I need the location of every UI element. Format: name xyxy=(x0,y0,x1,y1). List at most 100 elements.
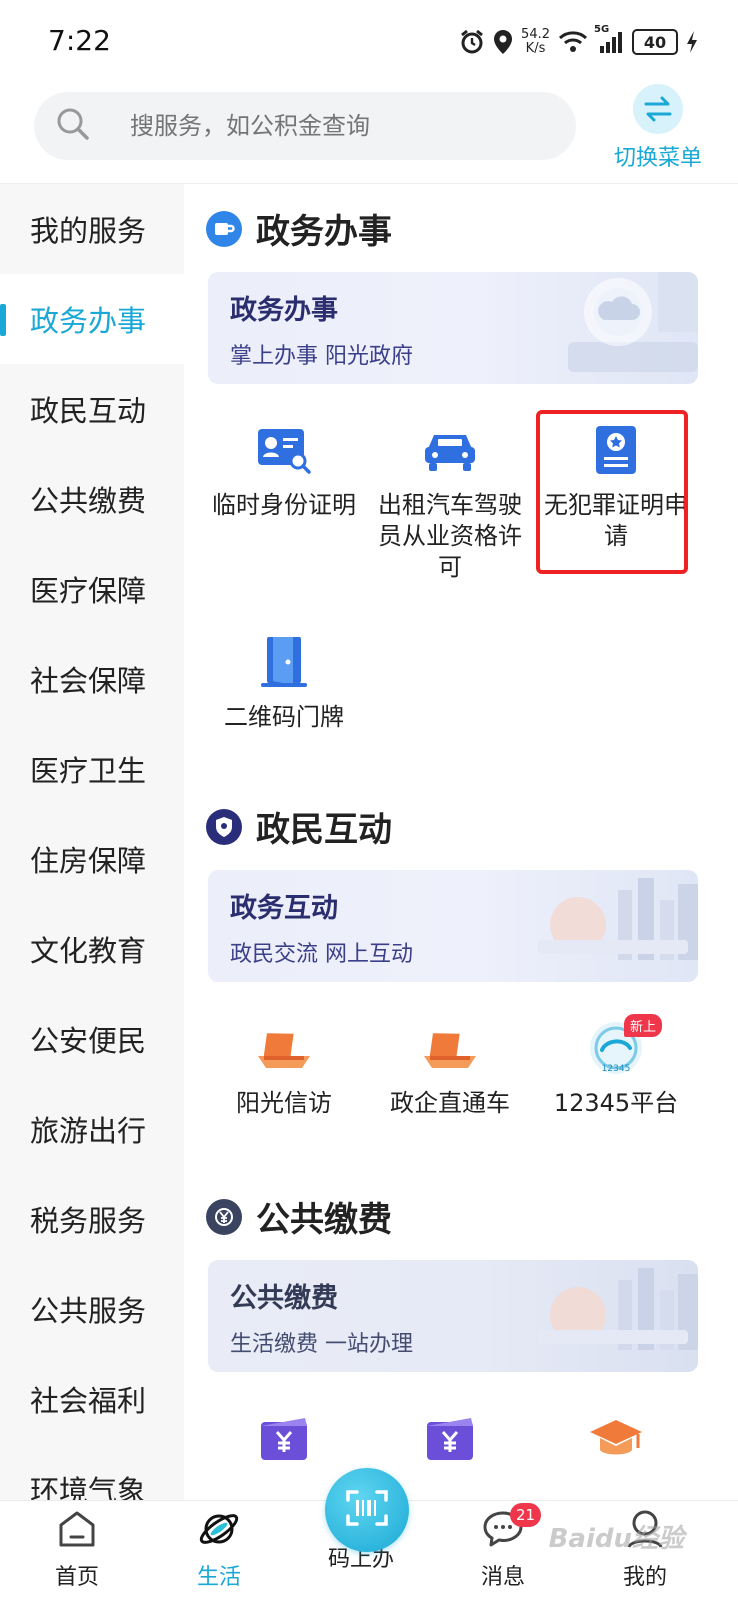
alarm-icon xyxy=(459,29,485,55)
sidebar-item-my-services[interactable]: 我的服务 xyxy=(0,184,184,274)
signal-label: 5G xyxy=(594,24,610,35)
search-header: 切换菜单 xyxy=(0,84,738,184)
watermark: Baidu经验 xyxy=(548,1524,684,1554)
sidebar-item-health[interactable]: 医疗卫生 xyxy=(0,724,184,814)
banner-interact[interactable]: 政务互动 政民交流 网上互动 xyxy=(208,870,698,982)
service-label: 12345平台 xyxy=(553,1089,679,1117)
service-label: 二维码门牌 xyxy=(224,703,344,731)
section-title-gov: 政务办事 xyxy=(206,204,392,253)
highlight-frame xyxy=(536,410,688,574)
yuan-coin-icon xyxy=(206,1198,242,1235)
charging-icon xyxy=(686,30,698,54)
service-label: 政企直通车 xyxy=(390,1089,510,1117)
sidebar-item-label: 政民互动 xyxy=(30,394,147,428)
sidebar-item-label: 环境气象 xyxy=(30,1474,147,1500)
message-count-badge: 21 xyxy=(510,1503,542,1527)
nav-home[interactable]: 首页 xyxy=(22,1509,132,1591)
sidebar-item-housing[interactable]: 住房保障 xyxy=(0,814,184,904)
sidebar-item-label: 旅游出行 xyxy=(30,1114,147,1148)
nav-messages[interactable]: 21 消息 xyxy=(448,1503,558,1591)
planet-icon xyxy=(197,1509,241,1553)
service-taxi-driver-license[interactable]: 出租汽车驾驶员从业资格许可 xyxy=(370,422,530,583)
nav-label: 首页 xyxy=(54,1565,99,1590)
search-icon xyxy=(56,107,90,145)
switch-menu-button[interactable]: 切换菜单 xyxy=(608,84,708,172)
service-temporary-id-proof[interactable]: 临时身份证明 xyxy=(204,422,364,521)
nav-label: 消息 xyxy=(480,1565,525,1590)
service-enterprise-express[interactable]: 政企直通车 xyxy=(370,1020,530,1119)
sidebar-item-medical-insurance[interactable]: 医疗保障 xyxy=(0,544,184,634)
service-label: 出租汽车驾驶员从业资格许可 xyxy=(378,491,522,581)
banner-payment[interactable]: 公共缴费 生活缴费 一站办理 xyxy=(208,1260,698,1372)
new-badge: 新上 xyxy=(623,1014,662,1037)
hotline-logo-text: 12345 xyxy=(601,1064,631,1074)
sidebar-item-label: 我的服务 xyxy=(30,214,147,248)
city-hand-illustration xyxy=(538,1268,698,1350)
service-sunshine-petition[interactable]: 阳光信访 xyxy=(204,1020,364,1119)
banner-subtitle: 政民交流 网上互动 xyxy=(230,942,413,967)
sidebar-item-social-welfare[interactable]: 社会福利 xyxy=(0,1354,184,1444)
sidebar-item-public-interaction[interactable]: 政民互动 xyxy=(0,364,184,454)
service-content: 政务办事 政务办事 掌上办事 阳光政府 临时身份证明 出租汽车驾驶员从业资格许可… xyxy=(184,184,738,1500)
battery-level: 40 xyxy=(643,32,667,52)
sidebar-item-label: 医疗卫生 xyxy=(30,754,147,788)
wifi-icon xyxy=(558,30,588,54)
sidebar-item-public-payment[interactable]: 公共缴费 xyxy=(0,454,184,544)
sidebar-item-social-security[interactable]: 社会保障 xyxy=(0,634,184,724)
sidebar-item-tax[interactable]: 税务服务 xyxy=(0,1174,184,1264)
sidebar-item-label: 公共服务 xyxy=(30,1294,147,1328)
search-bar[interactable] xyxy=(34,92,576,160)
category-sidebar: 我的服务 政务办事 政民互动 公共缴费 医疗保障 社会保障 医疗卫生 住房保障 … xyxy=(0,184,184,1500)
net-speed-unit: K/s xyxy=(525,41,546,56)
banner-subtitle: 生活缴费 一站办理 xyxy=(230,1332,413,1357)
sidebar-item-label: 文化教育 xyxy=(30,934,147,968)
banner-subtitle: 掌上办事 阳光政府 xyxy=(230,344,413,369)
search-input[interactable] xyxy=(130,112,530,140)
service-label: 阳光信访 xyxy=(236,1089,332,1117)
sidebar-item-environment-weather[interactable]: 环境气象 xyxy=(0,1444,184,1500)
service-label: 临时身份证明 xyxy=(212,491,356,519)
door-icon xyxy=(256,634,312,690)
switch-menu-label: 切换菜单 xyxy=(613,146,702,171)
section-title-text: 政务办事 xyxy=(256,212,392,252)
sidebar-item-label: 政务办事 xyxy=(30,304,147,338)
sidebar-item-public-security[interactable]: 公安便民 xyxy=(0,994,184,1084)
nav-label: 生活 xyxy=(196,1565,241,1590)
section-title-text: 政民互动 xyxy=(256,810,392,850)
home-icon xyxy=(56,1509,98,1553)
sidebar-item-label: 税务服务 xyxy=(30,1204,147,1238)
sidebar-item-label: 社会保障 xyxy=(30,664,147,698)
service-payment-2[interactable] xyxy=(370,1412,530,1468)
section-title-text: 公共缴费 xyxy=(256,1200,392,1240)
service-qr-doorplate[interactable]: 二维码门牌 xyxy=(204,634,364,733)
scan-code-button[interactable] xyxy=(325,1468,409,1552)
cloud-tablet-illustration xyxy=(568,272,698,372)
service-payment-3[interactable] xyxy=(536,1412,696,1468)
taxi-icon xyxy=(422,422,478,478)
enterprise-express-icon xyxy=(422,1020,478,1076)
nav-life[interactable]: 生活 xyxy=(164,1509,274,1591)
section-title-interact: 政民互动 xyxy=(206,802,392,851)
sidebar-item-public-services[interactable]: 公共服务 xyxy=(0,1264,184,1354)
status-time: 7:22 xyxy=(48,24,111,57)
sidebar-item-government-affairs[interactable]: 政务办事 xyxy=(0,274,184,364)
banner-gov[interactable]: 政务办事 掌上办事 阳光政府 xyxy=(208,272,698,384)
status-bar: 7:22 54.2 K/s 5G 40 xyxy=(0,0,738,84)
sidebar-item-label: 公安便民 xyxy=(30,1024,147,1058)
sidebar-item-label: 公共缴费 xyxy=(30,484,147,518)
cup-icon xyxy=(206,210,242,247)
graduation-cap-icon xyxy=(588,1412,644,1468)
banner-title: 政务互动 xyxy=(230,893,338,924)
id-card-search-icon xyxy=(256,422,312,478)
yuan-bill-icon xyxy=(422,1412,478,1468)
city-hand-illustration xyxy=(538,878,698,960)
service-12345-platform[interactable]: 12345 新上 12345平台 xyxy=(536,1014,696,1119)
sidebar-item-culture-education[interactable]: 文化教育 xyxy=(0,904,184,994)
sidebar-item-label: 医疗保障 xyxy=(30,574,147,608)
network-speed: 54.2 K/s xyxy=(521,28,550,56)
service-payment-1[interactable] xyxy=(204,1412,364,1468)
yuan-bill-icon xyxy=(256,1412,312,1468)
sidebar-item-travel[interactable]: 旅游出行 xyxy=(0,1084,184,1174)
petition-icon xyxy=(256,1020,312,1076)
status-icons: 54.2 K/s 5G 40 xyxy=(459,24,698,60)
